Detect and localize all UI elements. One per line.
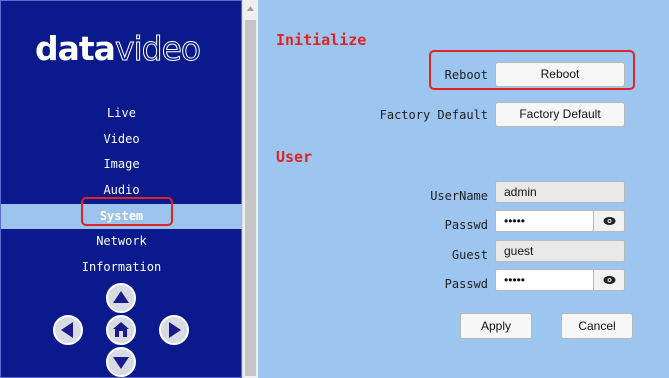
factory-default-button[interactable]: Factory Default [495, 102, 625, 127]
highlight-box-system [81, 197, 173, 226]
username-field[interactable]: admin [495, 181, 625, 203]
scrollbar-thumb[interactable] [245, 20, 256, 376]
right-arrow-button[interactable] [159, 315, 189, 345]
sidebar-item-live[interactable]: Live [1, 101, 242, 127]
factory-default-label: Factory Default [379, 108, 488, 122]
guest-field[interactable]: guest [495, 240, 625, 262]
passwd-field[interactable]: ••••• [495, 210, 594, 232]
left-arrow-icon [61, 322, 73, 338]
section-title-user: User [276, 148, 313, 166]
home-button[interactable] [106, 315, 136, 345]
sidebar-scrollbar[interactable] [242, 0, 258, 378]
guest-passwd-label: Passwd [444, 277, 488, 291]
up-arrow-icon [113, 291, 129, 303]
sidebar-item-network[interactable]: Network [1, 229, 242, 255]
right-arrow-icon [169, 322, 181, 338]
up-arrow-button[interactable] [106, 283, 136, 313]
sidebar-item-video[interactable]: Video [1, 127, 242, 153]
passwd-label: Passwd [444, 218, 488, 232]
guest-passwd-field[interactable]: ••••• [495, 269, 594, 291]
highlight-box-reboot [429, 50, 635, 90]
apply-button[interactable]: Apply [460, 313, 532, 339]
sidebar-menu: Live Video Image Audio System Network In… [1, 101, 242, 281]
sidebar-item-information[interactable]: Information [1, 255, 242, 281]
show-guest-password-button[interactable] [593, 269, 625, 291]
eye-icon [603, 217, 616, 225]
logo-part-data: data [35, 29, 116, 68]
section-title-initialize: Initialize [276, 31, 367, 49]
scroll-up-arrow-icon[interactable] [243, 2, 258, 17]
left-arrow-button[interactable] [53, 315, 83, 345]
main-panel: Initialize Reboot Reboot Factory Default… [258, 0, 669, 378]
datavideo-logo: datavideo [35, 29, 202, 69]
eye-icon [603, 276, 616, 284]
show-password-button[interactable] [593, 210, 625, 232]
sidebar: datavideo Live Video Image Audio System … [0, 0, 242, 378]
cancel-button[interactable]: Cancel [561, 313, 633, 339]
home-icon [113, 322, 129, 337]
guest-label: Guest [451, 248, 488, 262]
logo-part-video: video [114, 29, 201, 69]
username-label: UserName [430, 189, 488, 203]
down-arrow-button[interactable] [106, 347, 136, 377]
down-arrow-icon [113, 357, 129, 369]
sidebar-item-image[interactable]: Image [1, 152, 242, 178]
